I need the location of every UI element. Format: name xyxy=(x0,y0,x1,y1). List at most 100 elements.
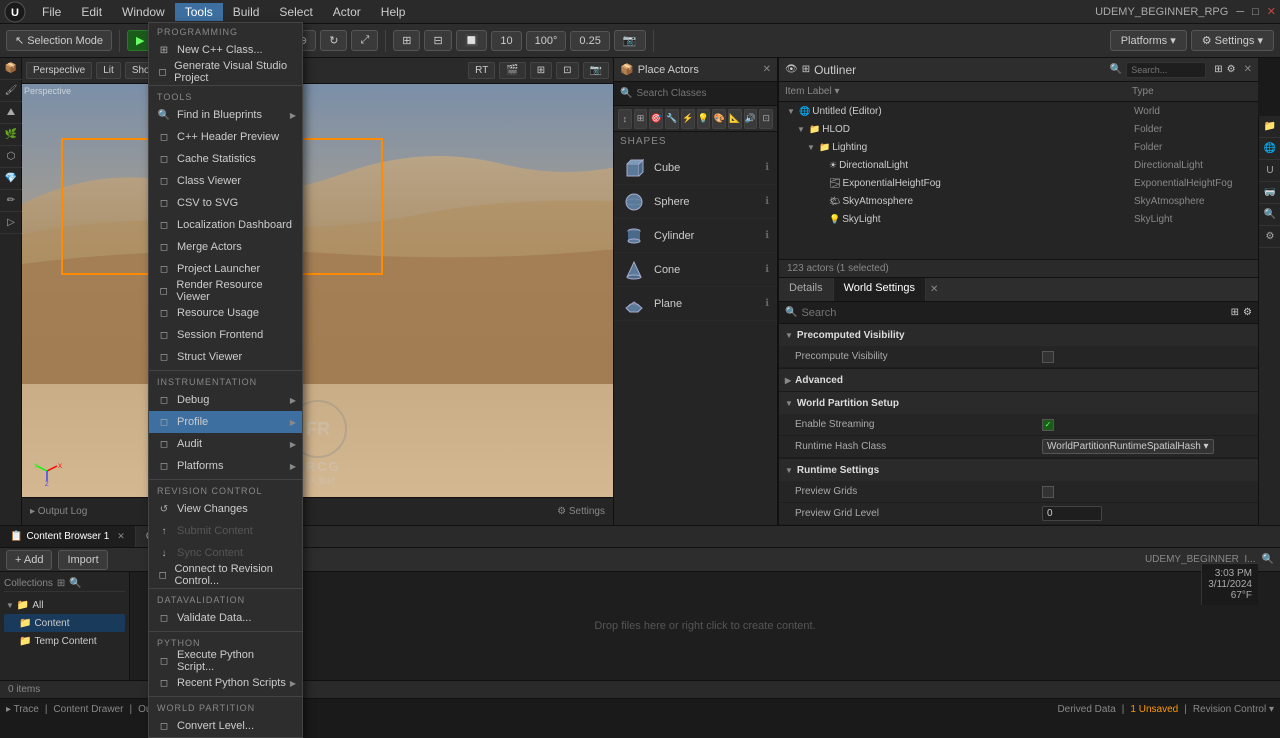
vp-snap-btn[interactable]: ⊡ xyxy=(556,62,578,79)
pa-tool-6[interactable]: 💡 xyxy=(697,109,711,129)
outliner-filter-icon[interactable]: ⊞ xyxy=(802,64,810,75)
menu-platforms-instrumentation[interactable]: ◻ Platforms xyxy=(149,455,302,477)
cb-import-btn[interactable]: Import xyxy=(58,550,107,570)
status-derived-data[interactable]: Derived Data xyxy=(1057,704,1115,715)
place-actors-search-input[interactable] xyxy=(636,88,771,99)
preview-grid-level-input[interactable] xyxy=(1042,506,1102,521)
ri-ue[interactable]: U xyxy=(1259,160,1280,182)
vp-cam-btn[interactable]: 📷 xyxy=(583,62,609,79)
vp-settings-btn[interactable]: ⚙ Settings xyxy=(557,506,605,517)
menu-new-cpp[interactable]: ⊞ New C++ Class... xyxy=(149,39,302,61)
details-settings-icon[interactable]: ⚙ xyxy=(1243,307,1252,318)
snap-val1[interactable]: 10 xyxy=(491,31,521,51)
mode-fracture[interactable]: 💎 xyxy=(0,168,22,190)
menu-window[interactable]: Window xyxy=(112,3,175,21)
tree-item-dirlight[interactable]: ☀ DirectionalLight DirectionalLight xyxy=(779,156,1258,174)
pa-tool-3[interactable]: 🎯 xyxy=(649,109,663,129)
outliner-search[interactable] xyxy=(1131,65,1201,75)
section-precomputed-header[interactable]: ▼ Precomputed Visibility xyxy=(779,324,1258,346)
scale-btn[interactable]: ⤢ xyxy=(351,30,378,51)
cb-tree-all[interactable]: ▼ 📁 All xyxy=(4,596,125,614)
tree-item-root[interactable]: ▼ 🌐 Untitled (Editor) World xyxy=(779,102,1258,120)
pa-tool-4[interactable]: 🔧 xyxy=(665,109,679,129)
menu-project-launcher[interactable]: ◻ Project Launcher xyxy=(149,258,302,280)
outliner-settings-icon[interactable]: ⚙ xyxy=(1227,64,1236,75)
tree-item-skylight[interactable]: 💡 SkyLight SkyLight xyxy=(779,210,1258,228)
menu-cpp-header[interactable]: ◻ C++ Header Preview xyxy=(149,126,302,148)
mode-paint[interactable]: 🖌 xyxy=(0,80,22,102)
ri-world[interactable]: 🌐 xyxy=(1259,138,1280,160)
pa-tool-2[interactable]: ⊞ xyxy=(634,109,648,129)
enable-streaming-checkbox[interactable]: ✓ xyxy=(1042,419,1054,431)
rotate-btn[interactable]: ↻ xyxy=(320,30,347,51)
section-world-partition-header[interactable]: ▼ World Partition Setup xyxy=(779,392,1258,414)
shape-cube[interactable]: Cube ℹ xyxy=(614,151,777,185)
shape-cylinder[interactable]: Cylinder ℹ xyxy=(614,219,777,253)
details-tab[interactable]: Details xyxy=(779,278,834,301)
menu-session-frontend[interactable]: ◻ Session Frontend xyxy=(149,324,302,346)
precompute-vis-checkbox[interactable] xyxy=(1042,351,1054,363)
menu-resource-usage[interactable]: ◻ Resource Usage xyxy=(149,302,302,324)
section-runtime-header[interactable]: ▼ Runtime Settings xyxy=(779,459,1258,481)
mode-anim[interactable]: ▷ xyxy=(0,212,22,234)
menu-connect-revision[interactable]: ◻ Connect to Revision Control... xyxy=(149,564,302,586)
vp-grid-btn[interactable]: ⊞ xyxy=(530,62,552,79)
menu-cache-stats[interactable]: ◻ Cache Statistics xyxy=(149,148,302,170)
pa-tool-5[interactable]: ⚡ xyxy=(681,109,695,129)
snap-angle-btn[interactable]: 🔲 xyxy=(456,30,488,51)
menu-actor[interactable]: Actor xyxy=(323,3,371,21)
settings-btn[interactable]: ⚙ Settings ▾ xyxy=(1191,30,1274,51)
menu-render-resource[interactable]: ◻ Render Resource Viewer xyxy=(149,280,302,302)
snap-btn[interactable]: ⊞ xyxy=(393,30,420,51)
tree-item-fog[interactable]: 🌫 ExponentialHeightFog ExponentialHeight… xyxy=(779,174,1258,192)
menu-audit[interactable]: ◻ Audit xyxy=(149,433,302,455)
menu-recent-python[interactable]: ◻ Recent Python Scripts xyxy=(149,672,302,694)
collections-add-icon[interactable]: ⊞ xyxy=(57,578,65,589)
runtime-hash-dropdown[interactable]: WorldPartitionRuntimeSpatialHash ▾ xyxy=(1042,439,1214,454)
selection-mode-btn[interactable]: ↖ Selection Mode xyxy=(6,30,112,51)
col-item-label[interactable]: Item Label ▾ xyxy=(785,86,1132,97)
menu-build[interactable]: Build xyxy=(223,3,270,21)
place-actors-close[interactable]: ✕ xyxy=(763,64,771,75)
ri-settings[interactable]: ⚙ xyxy=(1259,226,1280,248)
details-grid-icon[interactable]: ⊞ xyxy=(1231,307,1239,318)
pa-tool-9[interactable]: 🔊 xyxy=(744,109,758,129)
menu-exec-python[interactable]: ◻ Execute Python Script... xyxy=(149,650,302,672)
outliner-view-icon[interactable]: 👁 xyxy=(785,64,798,75)
collections-search-icon[interactable]: 🔍 xyxy=(69,578,81,589)
shape-sphere[interactable]: Sphere ℹ xyxy=(614,185,777,219)
snap-angle[interactable]: 100° xyxy=(526,31,567,51)
menu-view-changes[interactable]: ↺ View Changes xyxy=(149,498,302,520)
preview-grids-checkbox[interactable] xyxy=(1042,486,1054,498)
mode-place[interactable]: 📦 xyxy=(0,58,22,80)
menu-merge-actors[interactable]: ◻ Merge Actors xyxy=(149,236,302,258)
section-advanced-1-header[interactable]: ▶ Advanced xyxy=(779,369,1258,391)
mode-mesh[interactable]: ⬡ xyxy=(0,146,22,168)
maximize-btn[interactable]: □ xyxy=(1252,6,1259,18)
menu-debug[interactable]: ◻ Debug xyxy=(149,389,302,411)
menu-validate-data[interactable]: ◻ Validate Data... xyxy=(149,607,302,629)
status-revision[interactable]: Revision Control ▾ xyxy=(1193,704,1274,715)
snap-grid-btn[interactable]: ⊟ xyxy=(424,30,451,51)
outliner-add-icon[interactable]: ⊞ xyxy=(1214,64,1222,75)
vp-cinematic-btn[interactable]: 🎬 xyxy=(499,62,525,79)
cb-tab-1[interactable]: 📋 Content Browser 1 ✕ xyxy=(0,526,136,547)
cb-tree-content[interactable]: 📁 Content xyxy=(4,614,125,632)
mode-foliage[interactable]: 🌿 xyxy=(0,124,22,146)
menu-tools[interactable]: Tools xyxy=(175,3,223,21)
mode-brush[interactable]: ✏ xyxy=(0,190,22,212)
minimize-btn[interactable]: ─ xyxy=(1236,6,1244,18)
pa-tool-8[interactable]: 📐 xyxy=(728,109,742,129)
pa-tool-10[interactable]: ⊡ xyxy=(759,109,773,129)
outliner-close[interactable]: ✕ xyxy=(1244,64,1252,75)
tree-item-lighting[interactable]: ▼ 📁 Lighting Folder xyxy=(779,138,1258,156)
menu-class-viewer[interactable]: ◻ Class Viewer xyxy=(149,170,302,192)
menu-profile[interactable]: ◻ Profile xyxy=(149,411,302,433)
vp-realtime-btn[interactable]: RT xyxy=(468,62,495,79)
shape-cone[interactable]: Cone ℹ xyxy=(614,253,777,287)
outliner-search-icon[interactable]: 🔍 xyxy=(1110,64,1122,75)
cam-speed[interactable]: 📷 xyxy=(614,30,646,51)
menu-edit[interactable]: Edit xyxy=(71,3,112,21)
menu-csv-svg[interactable]: ◻ CSV to SVG xyxy=(149,192,302,214)
mode-landscape[interactable]: ⛰ xyxy=(0,102,22,124)
